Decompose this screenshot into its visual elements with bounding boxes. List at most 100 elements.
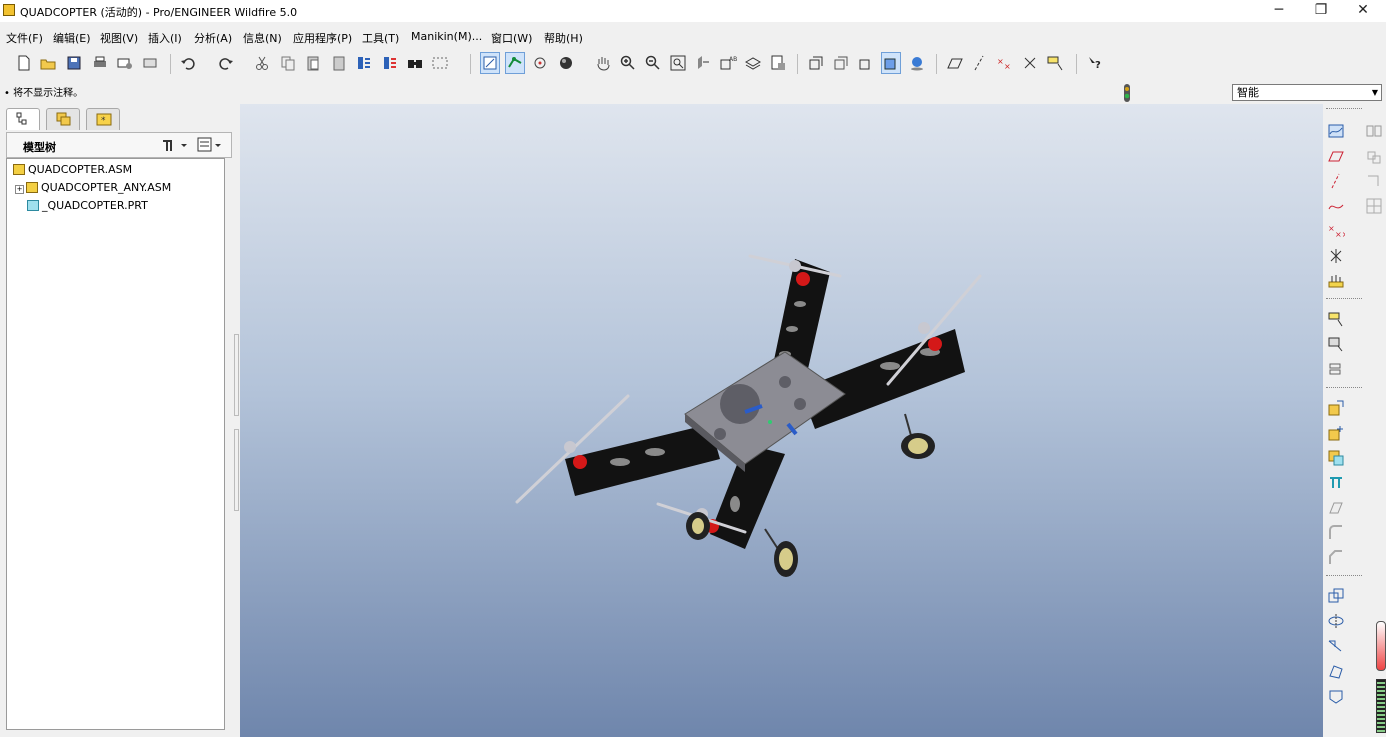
redo-icon[interactable] [216, 52, 236, 74]
tab-favorites[interactable]: * [86, 108, 120, 130]
close-button[interactable]: ✕ [1340, 0, 1386, 22]
menu-applications[interactable]: 应用程序(P) [293, 30, 352, 46]
layers-icon[interactable] [743, 52, 763, 74]
datum-curve-icon[interactable] [1325, 195, 1347, 217]
create-component-icon[interactable] [1325, 422, 1347, 444]
pattern-icon[interactable] [1363, 195, 1385, 217]
tree-item-label: QUADCOPTER_ANY.ASM [41, 181, 172, 194]
model-tree-header: 模型树 [6, 132, 232, 158]
menu-info[interactable]: 信息(N) [243, 30, 282, 46]
saved-views-icon[interactable]: AB [718, 52, 738, 74]
appearance-sphere-icon[interactable] [556, 52, 576, 74]
print-icon[interactable] [90, 52, 110, 74]
menu-edit[interactable]: 编辑(E) [53, 30, 91, 46]
tab-model-tree[interactable] [6, 108, 40, 130]
coordinate-systems-icon[interactable] [1020, 52, 1040, 74]
tree-item-label: _QUADCOPTER.PRT [42, 199, 148, 212]
menu-manikin[interactable]: Manikin(M)... [411, 30, 482, 43]
copy-icon[interactable] [278, 52, 298, 74]
datum-planes-icon[interactable] [945, 52, 965, 74]
cut-icon[interactable] [252, 52, 272, 74]
save-icon[interactable] [64, 52, 84, 74]
svg-text:?: ? [1095, 60, 1101, 71]
panel-splitter[interactable] [232, 104, 240, 737]
paste-special-icon[interactable] [329, 52, 349, 74]
datum-plane-icon[interactable] [1325, 145, 1347, 167]
datum-axis-icon[interactable] [1325, 170, 1347, 192]
zoom-out-icon[interactable] [643, 52, 663, 74]
window-title: QUADCOPTER (活动的) - Pro/ENGINEER Wildfire… [20, 6, 298, 19]
paste-icon[interactable] [303, 52, 323, 74]
regenerate-icon[interactable] [354, 52, 374, 74]
cut-extrude-icon[interactable] [1325, 472, 1347, 494]
round-icon[interactable] [1325, 522, 1347, 544]
trim-icon[interactable] [1363, 170, 1385, 192]
tree-item-subassembly[interactable]: + QUADCOPTER_ANY.ASM [15, 181, 171, 194]
menu-window[interactable]: 窗口(W) [491, 30, 532, 46]
tree-show-icon[interactable] [197, 137, 225, 156]
note-icon[interactable] [1325, 308, 1347, 330]
undo-icon[interactable] [178, 52, 198, 74]
zoom-in-icon[interactable] [618, 52, 638, 74]
tab-folder-browser[interactable] [46, 108, 80, 130]
hole-icon[interactable] [1325, 497, 1347, 519]
sweep-icon[interactable] [1325, 635, 1347, 657]
wireframe-icon[interactable] [806, 52, 826, 74]
spin-center-icon[interactable] [505, 52, 525, 74]
chamfer-icon[interactable] [1325, 547, 1347, 569]
revolve-icon[interactable] [1325, 610, 1347, 632]
tree-item-part[interactable]: _QUADCOPTER.PRT [27, 199, 148, 212]
annotation-element-icon[interactable] [1325, 358, 1347, 380]
find-icon[interactable] [405, 52, 425, 74]
datum-axes-icon[interactable] [970, 52, 990, 74]
hidden-line-icon[interactable] [831, 52, 851, 74]
regeneration-manager-icon[interactable] [380, 52, 400, 74]
send-mail-icon[interactable] [115, 52, 135, 74]
menu-analysis[interactable]: 分析(A) [194, 30, 232, 46]
package-icon[interactable] [1325, 447, 1347, 469]
blend-icon[interactable] [1325, 660, 1347, 682]
no-hidden-icon[interactable] [856, 52, 876, 74]
selection-filter-select[interactable]: 智能 ▼ [1232, 84, 1382, 101]
open-folder-icon[interactable] [38, 52, 58, 74]
annotation-display-icon[interactable] [1045, 52, 1065, 74]
assemble-component-icon[interactable] [1325, 397, 1347, 419]
context-help-icon[interactable]: ? [1085, 52, 1105, 74]
datum-point-icon[interactable]: ××× [1325, 220, 1347, 242]
tree-item-label: QUADCOPTER.ASM [28, 163, 133, 176]
selection-filter-value: 智能 [1237, 86, 1259, 99]
boundary-blend-icon[interactable] [1325, 685, 1347, 707]
shading-icon[interactable] [881, 52, 901, 74]
pan-hand-icon[interactable] [593, 52, 613, 74]
orient-mode-icon[interactable] [530, 52, 550, 74]
sketch-icon[interactable] [1325, 585, 1347, 607]
enhanced-realism-icon[interactable] [907, 52, 927, 74]
csys-icon[interactable] [1325, 245, 1347, 267]
expand-icon[interactable]: + [15, 185, 24, 194]
surface-finish-icon[interactable] [1325, 333, 1347, 355]
tree-settings-icon[interactable] [161, 137, 189, 156]
minimize-button[interactable]: ─ [1256, 0, 1302, 22]
menu-file[interactable]: 文件(F) [6, 30, 43, 46]
select-box-icon[interactable] [430, 52, 450, 74]
datum-points-icon[interactable]: × × [995, 52, 1015, 74]
view-manager-icon[interactable] [768, 52, 788, 74]
svg-text:AB: AB [729, 56, 737, 63]
menu-tools[interactable]: 工具(T) [362, 30, 399, 46]
menu-view[interactable]: 视图(V) [100, 30, 138, 46]
restore-button[interactable]: ❐ [1298, 0, 1344, 22]
mail-attachment-icon[interactable] [140, 52, 160, 74]
refit-icon[interactable] [668, 52, 688, 74]
graphics-window[interactable] [240, 104, 1323, 737]
analysis-feature-icon[interactable] [1325, 270, 1347, 292]
sketch-datum-curve-icon[interactable] [1325, 120, 1347, 142]
repaint-icon[interactable] [480, 52, 500, 74]
new-file-icon[interactable] [14, 52, 34, 74]
menu-insert[interactable]: 插入(I) [148, 30, 182, 46]
mirror-icon[interactable] [1363, 120, 1385, 142]
menu-help[interactable]: 帮助(H) [544, 30, 583, 46]
merge-icon[interactable] [1363, 145, 1385, 167]
quadcopter-model[interactable] [240, 104, 1323, 737]
tree-item-root[interactable]: QUADCOPTER.ASM [13, 163, 132, 176]
reorient-icon[interactable] [693, 52, 713, 74]
